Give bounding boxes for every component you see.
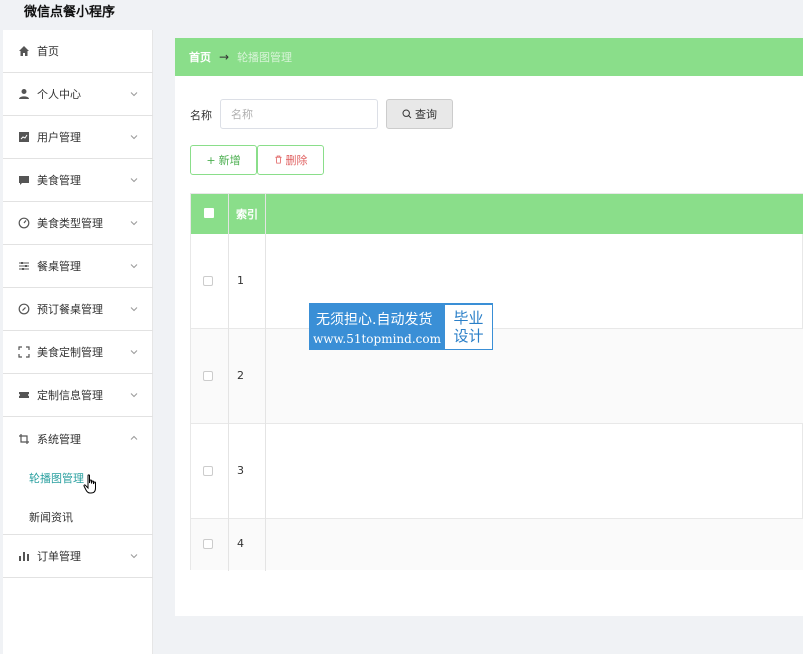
home-icon bbox=[17, 44, 31, 58]
breadcrumb-home[interactable]: 首页 bbox=[189, 49, 211, 65]
sidebar-item-label: 定制信息管理 bbox=[37, 389, 103, 402]
breadcrumb: 首页 → 轮播图管理 bbox=[175, 38, 803, 76]
app-title: 微信点餐小程序 bbox=[24, 5, 116, 20]
search-icon bbox=[402, 109, 412, 119]
table-row: 2 bbox=[191, 329, 803, 424]
sidebar-item-food-type-management[interactable]: 美食类型管理 bbox=[3, 202, 153, 245]
watermark-badge: 毕业 设计 bbox=[445, 305, 492, 349]
data-table: 索引 1 2 3 4 bbox=[190, 193, 803, 571]
delete-button[interactable]: 删除 bbox=[257, 145, 324, 175]
plus-icon: + bbox=[206, 153, 216, 167]
sidebar-item-system-management[interactable]: 系统管理 bbox=[3, 417, 153, 460]
sidebar-item-label: 美食类型管理 bbox=[37, 217, 103, 230]
sliders-icon bbox=[17, 259, 31, 273]
fullscreen-icon bbox=[17, 345, 31, 359]
chevron-down-icon bbox=[129, 551, 139, 561]
ticket-icon bbox=[17, 388, 31, 402]
row-index: 2 bbox=[237, 369, 244, 382]
sidebar-item-custom-info-management[interactable]: 定制信息管理 bbox=[3, 374, 153, 417]
user-icon bbox=[17, 87, 31, 101]
sidebar-subitem-news[interactable]: 新闻资讯 bbox=[29, 509, 73, 525]
sidebar-item-label: 订单管理 bbox=[37, 550, 81, 563]
row-checkbox[interactable] bbox=[203, 276, 213, 286]
sidebar-item-reservation-management[interactable]: 预订餐桌管理 bbox=[3, 288, 153, 331]
sidebar-item-label: 美食定制管理 bbox=[37, 346, 103, 359]
sidebar-item-custom-food-management[interactable]: 美食定制管理 bbox=[3, 331, 153, 374]
breadcrumb-separator: → bbox=[219, 50, 230, 64]
bar-chart-icon bbox=[17, 549, 31, 563]
add-button-label: 新增 bbox=[218, 154, 241, 167]
search-label: 名称 bbox=[190, 109, 212, 122]
chevron-down-icon bbox=[129, 175, 139, 185]
delete-button-label: 删除 bbox=[285, 154, 308, 167]
sidebar-subitem-carousel[interactable]: 轮播图管理 bbox=[29, 470, 84, 486]
chevron-down-icon bbox=[129, 218, 139, 228]
column-divider bbox=[228, 194, 229, 571]
watermark-badge-top: 毕业 bbox=[453, 309, 484, 327]
sidebar-item-label: 美食管理 bbox=[37, 174, 81, 187]
chevron-down-icon bbox=[129, 132, 139, 142]
message-icon bbox=[17, 173, 31, 187]
breadcrumb-current: 轮播图管理 bbox=[237, 51, 293, 64]
watermark-line2: www.51topmind.com bbox=[313, 332, 441, 346]
chevron-down-icon bbox=[129, 89, 139, 99]
query-button-label: 查询 bbox=[415, 108, 437, 121]
row-checkbox[interactable] bbox=[203, 539, 213, 549]
sidebar-item-table-management[interactable]: 餐桌管理 bbox=[3, 245, 153, 288]
sidebar-item-label: 系统管理 bbox=[37, 432, 81, 446]
row-index: 3 bbox=[237, 464, 244, 477]
watermark-banner: 无须担心.自动发货 www.51topmind.com 毕业 设计 bbox=[309, 303, 493, 350]
table-header: 索引 bbox=[191, 194, 803, 234]
sidebar-item-label: 预订餐桌管理 bbox=[37, 303, 103, 316]
row-checkbox[interactable] bbox=[203, 371, 213, 381]
hand-cursor-icon bbox=[83, 474, 99, 496]
sidebar-item-label: 首页 bbox=[37, 45, 59, 58]
chevron-down-icon bbox=[129, 347, 139, 357]
table-row: 4 bbox=[191, 519, 803, 570]
watermark-line1: 无须担心.自动发货 bbox=[316, 312, 433, 328]
add-button[interactable]: + 新增 bbox=[190, 145, 257, 175]
watermark-text: 无须担心.自动发货 www.51topmind.com bbox=[310, 304, 445, 349]
row-checkbox[interactable] bbox=[203, 466, 213, 476]
row-index: 4 bbox=[237, 537, 244, 550]
sidebar-item-personal-center[interactable]: 个人中心 bbox=[3, 73, 153, 116]
watermark-badge-bottom: 设计 bbox=[453, 327, 484, 345]
table-row: 1 bbox=[191, 234, 803, 329]
trash-icon bbox=[274, 154, 283, 167]
dashboard-icon bbox=[17, 216, 31, 230]
row-index: 1 bbox=[237, 274, 244, 287]
column-header-index[interactable]: 索引 bbox=[236, 206, 258, 222]
select-all-checkbox[interactable] bbox=[204, 208, 214, 218]
sidebar: 首页 个人中心 用户管理 美食管理 美食类型管理 餐桌管理 预订餐桌管理 美食定… bbox=[3, 30, 153, 654]
sidebar-item-user-management[interactable]: 用户管理 bbox=[3, 116, 153, 159]
column-divider bbox=[265, 194, 266, 571]
sidebar-item-food-management[interactable]: 美食管理 bbox=[3, 159, 153, 202]
sidebar-item-label: 用户管理 bbox=[37, 131, 81, 144]
sidebar-item-label: 个人中心 bbox=[37, 88, 81, 101]
table-row: 3 bbox=[191, 424, 803, 519]
chart-icon bbox=[17, 130, 31, 144]
sidebar-item-home[interactable]: 首页 bbox=[3, 30, 153, 73]
title-bar: 微信点餐小程序 bbox=[0, 0, 803, 30]
chevron-down-icon bbox=[129, 261, 139, 271]
crop-icon bbox=[17, 432, 31, 446]
sidebar-item-order-management[interactable]: 订单管理 bbox=[3, 535, 153, 578]
search-input[interactable] bbox=[220, 99, 378, 129]
compass-icon bbox=[17, 302, 31, 316]
query-button[interactable]: 查询 bbox=[386, 99, 453, 129]
sidebar-item-label: 餐桌管理 bbox=[37, 260, 81, 273]
chevron-up-icon bbox=[129, 433, 139, 443]
chevron-down-icon bbox=[129, 390, 139, 400]
chevron-down-icon bbox=[129, 304, 139, 314]
